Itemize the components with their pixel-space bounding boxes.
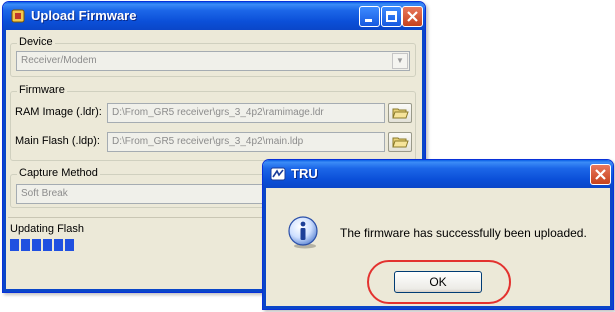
- firmware-group-label: Firmware: [17, 84, 67, 96]
- device-group-label: Device: [17, 36, 55, 48]
- dialog-message: The firmware has successfully been uploa…: [340, 226, 587, 240]
- maximize-button[interactable]: [381, 6, 402, 27]
- main-flash-label: Main Flash (.ldp):: [15, 135, 100, 147]
- status-label: Updating Flash: [10, 223, 84, 235]
- dialog-close-button[interactable]: [590, 164, 611, 185]
- ram-image-browse-button[interactable]: [388, 103, 412, 123]
- close-icon: [595, 169, 606, 180]
- capture-method-label: Capture Method: [17, 167, 100, 179]
- capture-method-value: Soft Break: [21, 188, 68, 199]
- chevron-down-icon: ▼: [396, 56, 404, 65]
- app-icon: [11, 9, 25, 23]
- folder-open-icon: [392, 137, 409, 148]
- close-button[interactable]: [402, 6, 423, 27]
- progress-block: [10, 239, 19, 251]
- progress-block: [43, 239, 52, 251]
- minimize-button[interactable]: [359, 6, 380, 27]
- window-title: Upload Firmware: [31, 8, 137, 23]
- device-group: Device Receiver/Modem ▼: [10, 36, 416, 77]
- tru-app-icon: [270, 167, 286, 181]
- progress-block: [21, 239, 30, 251]
- minimize-icon: [365, 19, 372, 22]
- device-selected-value: Receiver/Modem: [21, 55, 97, 66]
- folder-open-icon: [392, 108, 409, 119]
- main-flash-path-field[interactable]: D:\From_GR5 receiver\grs_3_4p2\main.ldp: [107, 132, 385, 152]
- device-dropdown-button[interactable]: ▼: [392, 53, 408, 69]
- tru-dialog: TRU The firmware has successfully been u…: [262, 159, 614, 310]
- ram-image-path-field[interactable]: D:\From_GR5 receiver\grs_3_4p2\ramimage.…: [107, 103, 385, 123]
- maximize-icon: [386, 11, 397, 22]
- main-flash-browse-button[interactable]: [388, 132, 412, 152]
- ram-image-label: RAM Image (.ldr):: [15, 106, 102, 118]
- progress-block: [32, 239, 41, 251]
- upload-firmware-titlebar[interactable]: Upload Firmware: [3, 2, 425, 30]
- device-select[interactable]: Receiver/Modem ▼: [16, 51, 410, 71]
- firmware-group: Firmware RAM Image (.ldr): D:\From_GR5 r…: [10, 84, 416, 161]
- progress-block: [65, 239, 74, 251]
- tru-dialog-titlebar[interactable]: TRU: [263, 160, 613, 188]
- close-icon: [407, 11, 418, 22]
- info-icon: [288, 216, 318, 249]
- progress-block: [54, 239, 63, 251]
- upload-progress-bar: [10, 239, 75, 252]
- ok-highlight-circle: [367, 260, 511, 304]
- dialog-title: TRU: [291, 166, 318, 181]
